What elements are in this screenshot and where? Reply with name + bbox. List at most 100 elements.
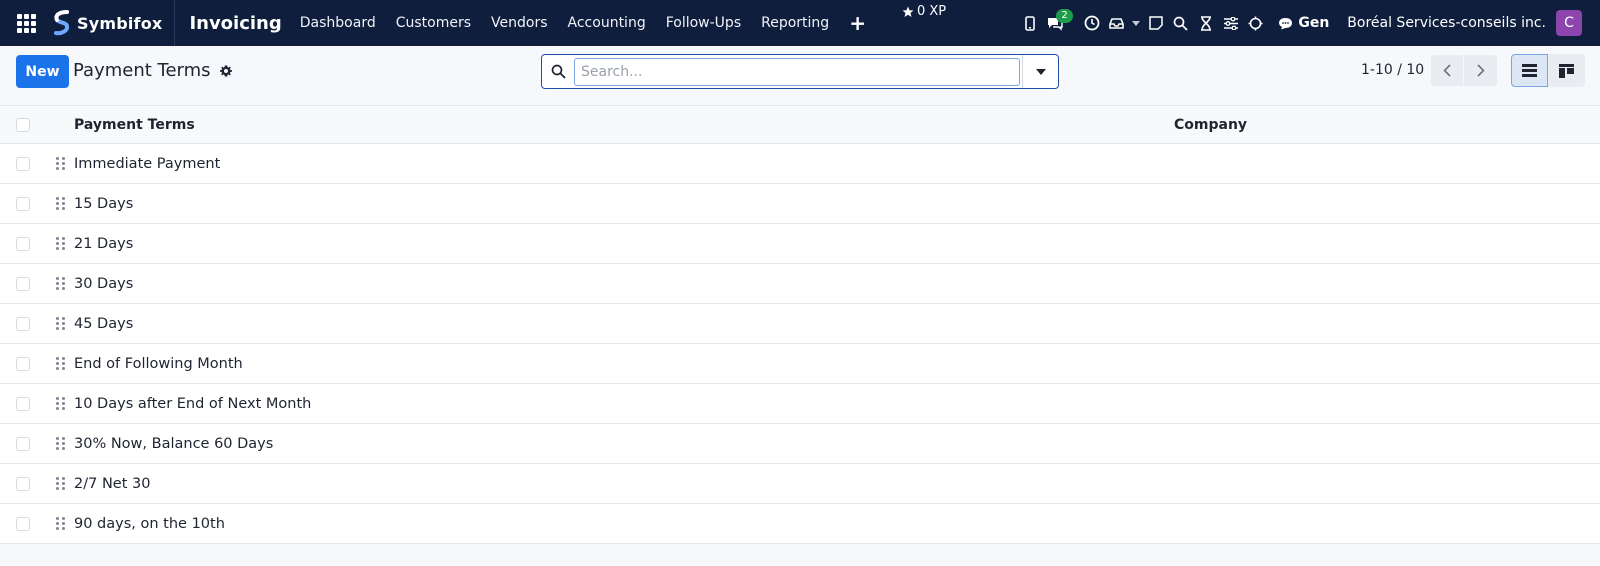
drag-handle-icon[interactable]: [46, 317, 74, 330]
payment-terms-list: Payment Terms Company Immediate Payment 1…: [0, 106, 1600, 544]
row-payment-term-name: 30 Days: [74, 275, 134, 292]
control-panel: New Payment Terms 1-10 / 10: [0, 46, 1600, 106]
menu-dashboard[interactable]: Dashboard: [290, 0, 386, 46]
pager-buttons: [1431, 55, 1497, 86]
gear-icon[interactable]: [219, 64, 233, 78]
page-title: Payment Terms: [73, 60, 211, 81]
app-title[interactable]: Invoicing: [189, 13, 281, 34]
row-checkbox[interactable]: [16, 316, 30, 331]
drag-handle-icon[interactable]: [46, 477, 74, 490]
row-checkbox[interactable]: [16, 516, 30, 531]
add-menu-icon[interactable]: +: [839, 0, 876, 46]
search-options-toggle[interactable]: [1022, 55, 1058, 88]
messages-icon[interactable]: 2: [1042, 0, 1073, 46]
list-view-icon: [1522, 64, 1537, 77]
menu-follow-ups[interactable]: Follow-Ups: [656, 0, 751, 46]
star-icon: [902, 6, 914, 17]
row-payment-term-name: 45 Days: [74, 315, 134, 332]
mobile-icon[interactable]: [1017, 0, 1042, 46]
company-switcher[interactable]: Boréal Services-conseils inc.: [1347, 15, 1546, 31]
row-checkbox[interactable]: [16, 276, 30, 291]
drag-handle-icon[interactable]: [46, 517, 74, 530]
bug-icon[interactable]: [1243, 0, 1268, 46]
list-body: Immediate Payment 15 Days 21 Days 30 Days 45…: [0, 144, 1600, 544]
table-row[interactable]: 30% Now, Balance 60 Days: [0, 424, 1600, 464]
pager-previous-button[interactable]: [1431, 55, 1464, 86]
table-row[interactable]: 90 days, on the 10th: [0, 504, 1600, 544]
row-checkbox[interactable]: [16, 476, 30, 491]
table-row[interactable]: 21 Days: [0, 224, 1600, 264]
row-payment-term-name: 21 Days: [74, 235, 134, 252]
user-avatar[interactable]: C: [1556, 10, 1582, 36]
row-checkbox[interactable]: [16, 196, 30, 211]
caret-down-icon: [1035, 68, 1046, 75]
table-row[interactable]: 15 Days: [0, 184, 1600, 224]
table-row[interactable]: End of Following Month: [0, 344, 1600, 384]
sliders-icon[interactable]: [1218, 0, 1243, 46]
row-checkbox[interactable]: [16, 356, 30, 371]
column-header-company[interactable]: Company: [1174, 117, 1600, 133]
menu-accounting[interactable]: Accounting: [558, 0, 656, 46]
symbifox-logo-icon: [54, 10, 70, 36]
drag-handle-icon[interactable]: [46, 157, 74, 170]
table-row[interactable]: 45 Days: [0, 304, 1600, 344]
app-menu-button[interactable]: [0, 0, 52, 46]
chat-bubble-icon: [1279, 17, 1293, 29]
row-payment-term-name: 15 Days: [74, 195, 134, 212]
clock-icon[interactable]: [1079, 0, 1104, 46]
inbox-icon[interactable]: [1104, 0, 1129, 46]
list-view-button[interactable]: [1511, 54, 1548, 87]
list-header: Payment Terms Company: [0, 106, 1600, 144]
kanban-view-button[interactable]: [1548, 54, 1585, 87]
row-checkbox[interactable]: [16, 156, 30, 171]
xp-counter[interactable]: 0 XP: [902, 4, 946, 19]
row-payment-term-name: Immediate Payment: [74, 155, 221, 172]
kanban-view-icon: [1559, 63, 1574, 78]
pager-value[interactable]: 1-10 / 10: [1361, 62, 1424, 78]
ai-gen-button[interactable]: Gen: [1278, 15, 1329, 31]
chevron-right-icon: [1476, 64, 1485, 77]
view-switcher: [1511, 54, 1585, 87]
search-icon[interactable]: [1168, 0, 1193, 46]
drag-handle-icon[interactable]: [46, 437, 74, 450]
row-checkbox[interactable]: [16, 236, 30, 251]
search-bar: [541, 54, 1059, 89]
top-navbar: Symbifox Invoicing Dashboard Customers V…: [0, 0, 1600, 46]
row-payment-term-name: 30% Now, Balance 60 Days: [74, 435, 274, 452]
drag-handle-icon[interactable]: [46, 357, 74, 370]
menu-vendors[interactable]: Vendors: [481, 0, 557, 46]
chevron-left-icon: [1443, 64, 1451, 77]
drag-handle-icon[interactable]: [46, 197, 74, 210]
column-header-payment-terms[interactable]: Payment Terms: [74, 117, 1174, 133]
messages-badge: 2: [1056, 9, 1073, 23]
note-icon[interactable]: [1143, 0, 1168, 46]
menu-customers[interactable]: Customers: [386, 0, 481, 46]
apps-grid-icon: [16, 13, 36, 33]
row-checkbox[interactable]: [16, 436, 30, 451]
chevron-down-icon[interactable]: [1129, 0, 1143, 46]
row-payment-term-name: End of Following Month: [74, 355, 243, 372]
new-button[interactable]: New: [16, 55, 69, 88]
xp-label: 0 XP: [917, 4, 947, 19]
row-payment-term-name: 2/7 Net 30: [74, 475, 151, 492]
pager-next-button[interactable]: [1464, 55, 1497, 86]
search-icon: [542, 64, 574, 79]
menu-reporting[interactable]: Reporting: [751, 0, 839, 46]
main-menu: Dashboard Customers Vendors Accounting F…: [290, 0, 876, 46]
table-row[interactable]: 2/7 Net 30: [0, 464, 1600, 504]
row-payment-term-name: 10 Days after End of Next Month: [74, 395, 312, 412]
hourglass-icon[interactable]: [1193, 0, 1218, 46]
breadcrumb: Payment Terms: [73, 60, 233, 81]
table-row[interactable]: 10 Days after End of Next Month: [0, 384, 1600, 424]
drag-handle-icon[interactable]: [46, 397, 74, 410]
ai-gen-label: Gen: [1298, 15, 1330, 31]
row-checkbox[interactable]: [16, 396, 30, 411]
search-input[interactable]: [574, 57, 1020, 86]
table-row[interactable]: Immediate Payment: [0, 144, 1600, 184]
drag-handle-icon[interactable]: [46, 277, 74, 290]
select-all-checkbox[interactable]: [16, 117, 30, 132]
drag-handle-icon[interactable]: [46, 237, 74, 250]
brand[interactable]: Symbifox: [52, 0, 176, 46]
row-payment-term-name: 90 days, on the 10th: [74, 515, 225, 532]
table-row[interactable]: 30 Days: [0, 264, 1600, 304]
